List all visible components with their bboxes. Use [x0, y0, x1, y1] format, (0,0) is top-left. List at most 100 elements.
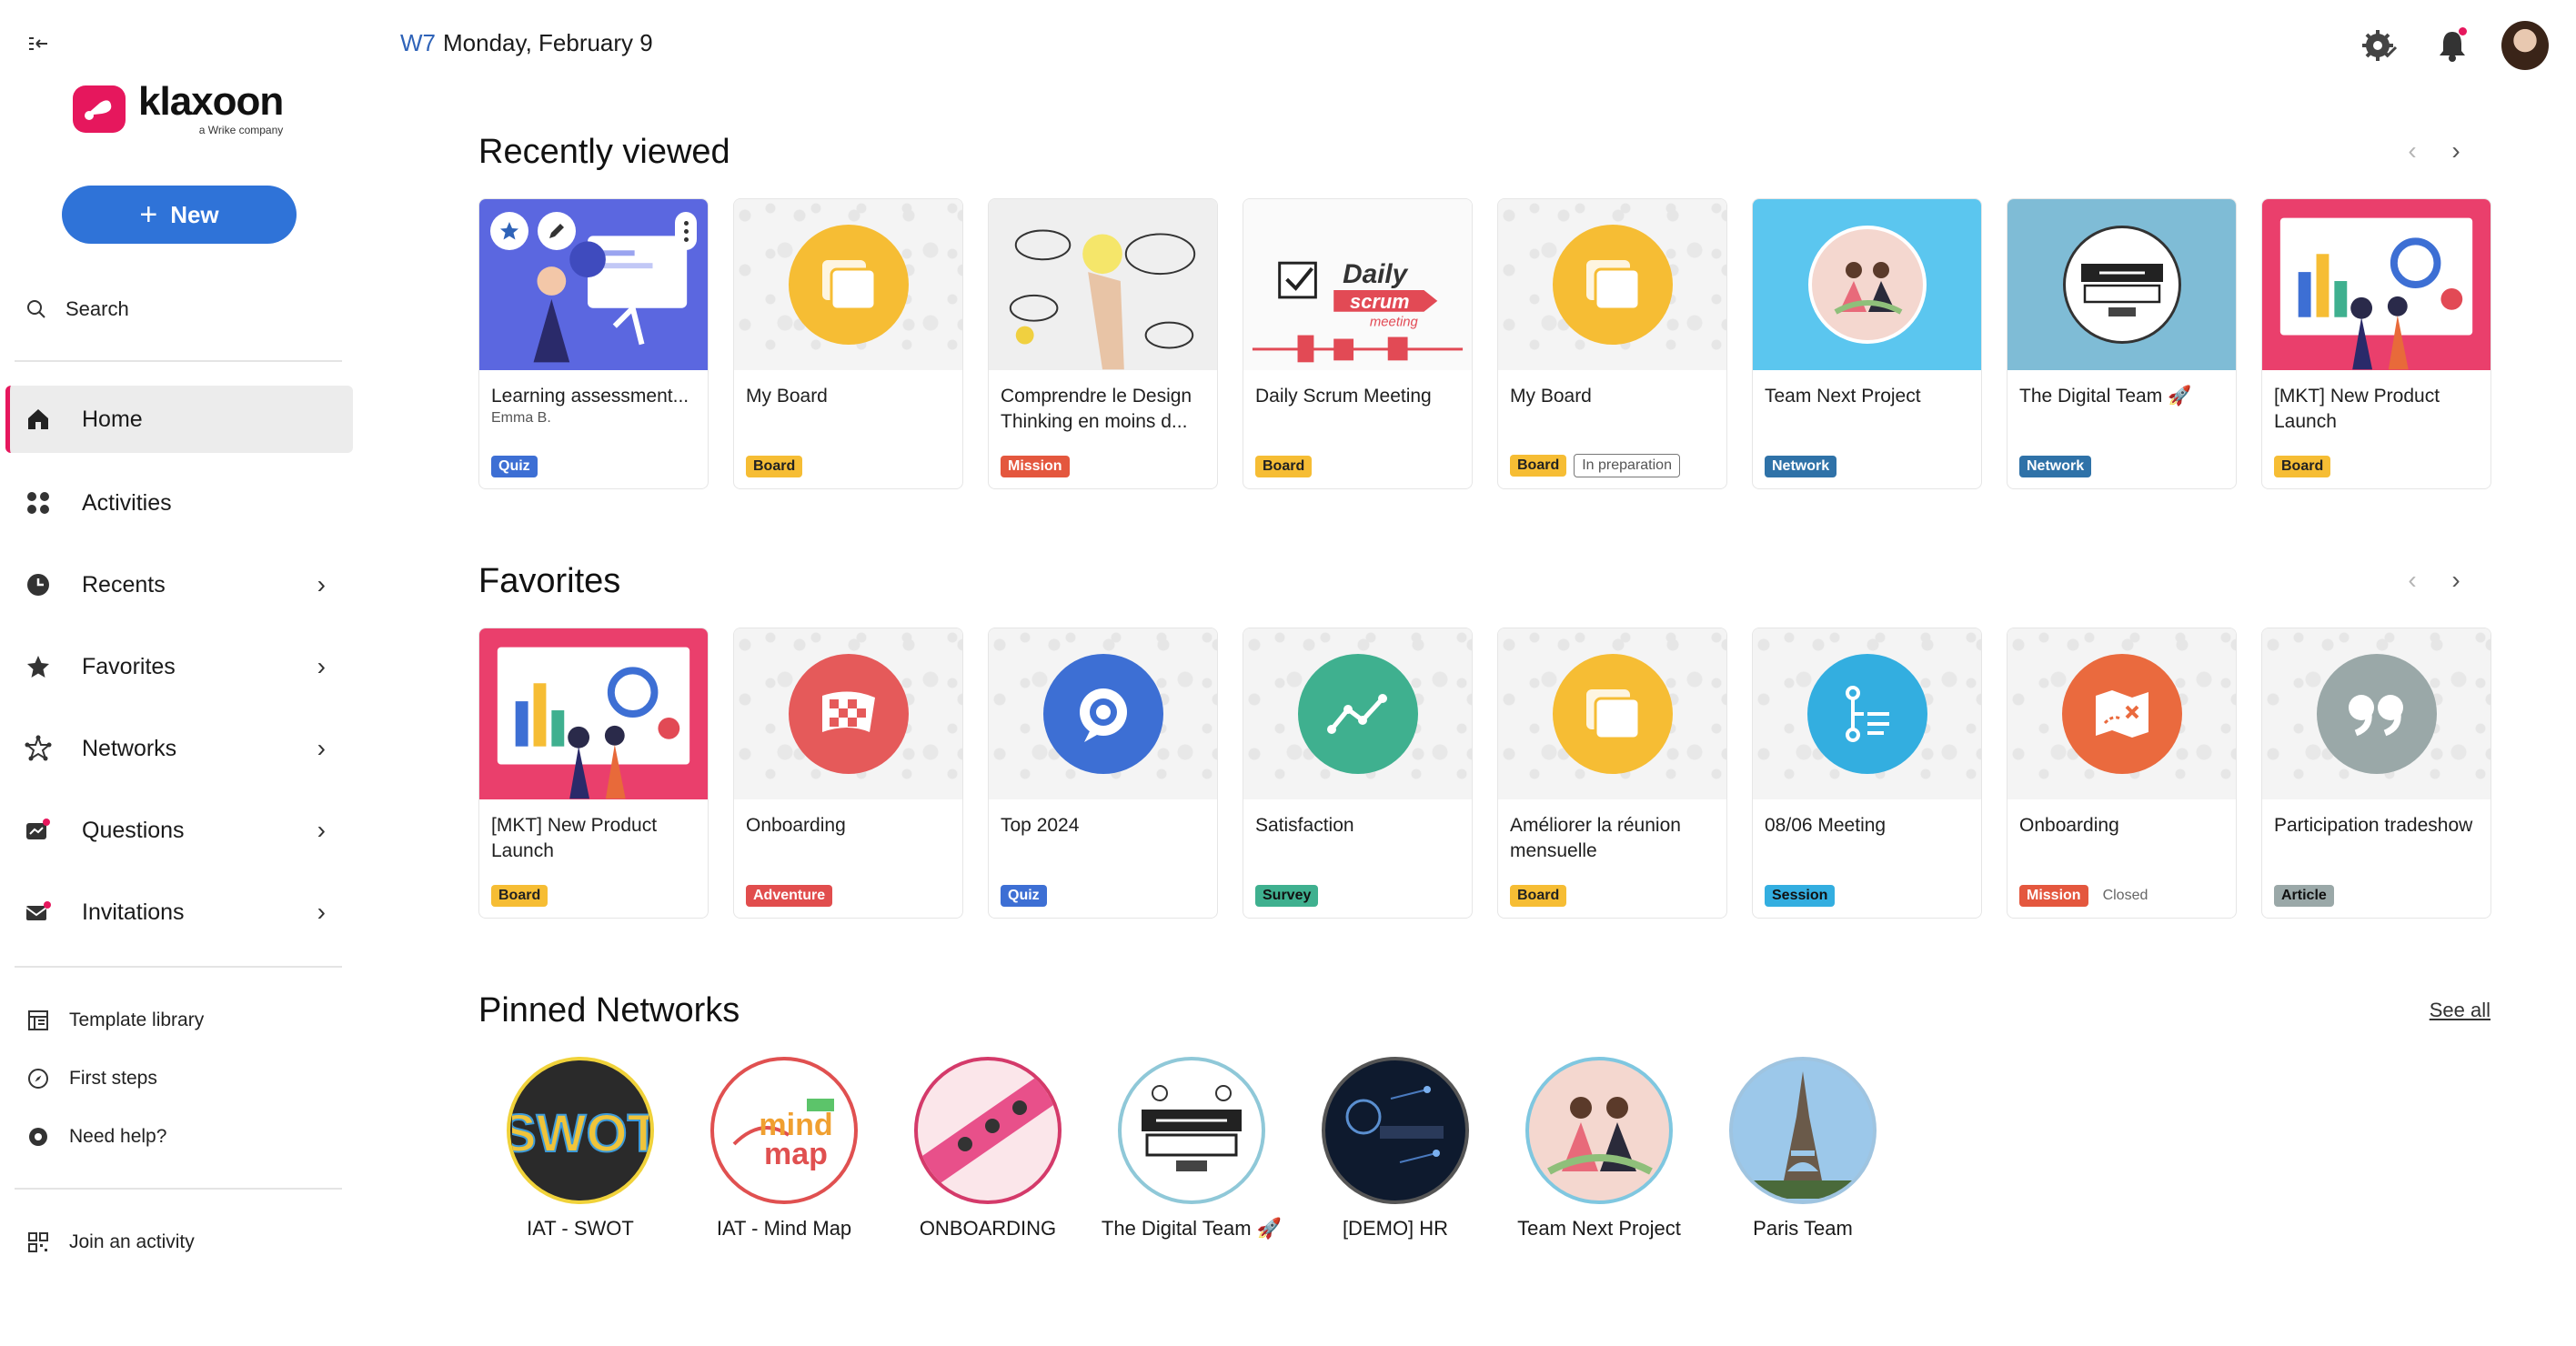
see-all-link[interactable]: See all [2430, 999, 2490, 1022]
type-badge: Mission [2019, 885, 2088, 907]
qr-code-icon [25, 1230, 51, 1255]
network-avatar [914, 1057, 1062, 1204]
network-digital-team[interactable]: The Digital Team 🚀 [1090, 1057, 1293, 1241]
card-thumbnail [1498, 628, 1726, 799]
network-demo-hr[interactable]: [DEMO] HR [1293, 1057, 1497, 1241]
card-thumbnail [2007, 628, 2236, 799]
network-label: IAT - SWOT [527, 1217, 634, 1240]
sidebar-item-invitations[interactable]: Invitations › [5, 879, 353, 946]
type-badge: Board [1510, 455, 1567, 477]
flag-icon [788, 654, 909, 774]
card-thumbnail [479, 628, 708, 799]
need-help-link[interactable]: Need help? [25, 1119, 166, 1155]
recent-card-daily-scrum[interactable]: Daily scrum meeting Daily Scrum Meeting … [1243, 198, 1473, 489]
network-onboarding[interactable]: ONBOARDING [886, 1057, 1090, 1241]
svg-text:SWOT: SWOT [512, 1104, 649, 1163]
questions-icon [22, 814, 55, 847]
sidebar-item-home[interactable]: Home [5, 386, 353, 453]
card-title: Onboarding [746, 815, 846, 836]
carousel-prev-button[interactable]: ‹ [2394, 133, 2430, 169]
network-label: ONBOARDING [919, 1217, 1057, 1240]
sidebar-item-label: Invitations [82, 899, 185, 925]
search-button[interactable]: Search [25, 293, 129, 326]
card-thumbnail [1498, 199, 1726, 370]
need-help-label: Need help? [69, 1126, 167, 1147]
first-steps-label: First steps [69, 1068, 157, 1089]
edit-button[interactable] [538, 212, 576, 250]
network-avatar [1322, 1057, 1469, 1204]
recent-card-learning-assessment[interactable]: Learning assessment... Emma B. Quiz [478, 198, 709, 489]
sidebar-item-questions[interactable]: Questions › [5, 797, 353, 864]
recent-card-my-board[interactable]: My Board Board [733, 198, 963, 489]
svg-text:map: map [764, 1137, 828, 1171]
kebab-icon [683, 228, 689, 234]
more-options-button[interactable] [675, 212, 697, 250]
card-thumbnail: Daily scrum meeting [1243, 199, 1472, 370]
notifications-button[interactable] [2429, 22, 2476, 69]
type-badge: Quiz [1001, 885, 1047, 907]
join-activity-link[interactable]: Join an activity [25, 1224, 195, 1261]
favorite-card-top-2024[interactable]: Top 2024 Quiz [988, 628, 1218, 919]
network-paris-team[interactable]: Paris Team [1701, 1057, 1905, 1241]
type-badge: Session [1765, 885, 1836, 907]
carousel-prev-button[interactable]: ‹ [2394, 562, 2430, 598]
svg-text:meeting: meeting [1370, 316, 1419, 330]
current-date: W7 Monday, February 9 [400, 29, 653, 57]
sidebar-item-favorites[interactable]: Favorites › [5, 633, 353, 700]
card-title: Améliorer la réunion mensuelle [1510, 815, 1681, 861]
settings-button[interactable] [2356, 22, 2403, 69]
first-steps-link[interactable]: First steps [25, 1060, 157, 1097]
recent-card-my-board-2[interactable]: My Board Board In preparation [1497, 198, 1727, 489]
card-title: [MKT] New Product Launch [491, 815, 658, 861]
sidebar-divider [15, 1188, 342, 1190]
chevron-right-icon: › [317, 652, 326, 680]
recent-card-digital-team[interactable]: The Digital Team 🚀 Network [2007, 198, 2237, 489]
new-button[interactable]: + New [62, 186, 297, 244]
favorite-card-reunion-mensuelle[interactable]: Améliorer la réunion mensuelle Board [1497, 628, 1727, 919]
gear-icon [2362, 30, 2398, 61]
recent-card-mkt-launch[interactable]: [MKT] New Product Launch Board [2261, 198, 2491, 489]
favorite-card-meeting[interactable]: 08/06 Meeting Session [1752, 628, 1982, 919]
card-title: The Digital Team 🚀 [2019, 386, 2192, 407]
chevron-right-icon: › [317, 570, 326, 598]
network-iat-swot[interactable]: SWOT IAT - SWOT [478, 1057, 682, 1241]
pencil-icon [549, 224, 564, 238]
network-iat-mind-map[interactable]: mind map IAT - Mind Map [682, 1057, 886, 1241]
favorite-card-onboarding-mission[interactable]: Onboarding Mission Closed [2007, 628, 2237, 919]
sidebar-item-networks[interactable]: Networks › [5, 715, 353, 782]
template-library-label: Template library [69, 1010, 205, 1030]
card-thumbnail [479, 199, 708, 370]
activities-icon [22, 487, 55, 519]
type-badge: Board [746, 456, 803, 477]
favorite-card-tradeshow[interactable]: Participation tradeshow Article [2261, 628, 2491, 919]
sidebar-item-recents[interactable]: Recents › [5, 551, 353, 618]
recent-card-design-thinking[interactable]: Comprendre le Design Thinking en moins d… [988, 198, 1218, 489]
carousel-next-button[interactable]: › [2438, 133, 2474, 169]
card-thumbnail [989, 199, 1217, 370]
favorite-card-satisfaction[interactable]: Satisfaction Survey [1243, 628, 1473, 919]
network-avatar [1118, 1057, 1265, 1204]
recent-card-team-next-project[interactable]: Team Next Project Network [1752, 198, 1982, 489]
favorite-card-onboarding-adventure[interactable]: Onboarding Adventure [733, 628, 963, 919]
survey-icon [1297, 654, 1418, 774]
carousel-next-button[interactable]: › [2438, 562, 2474, 598]
top-right-toolbar [2330, 21, 2549, 70]
favorite-star-button[interactable] [490, 212, 528, 250]
week-number: W7 [400, 29, 436, 56]
network-team-next-project[interactable]: Team Next Project [1497, 1057, 1701, 1241]
date-label: Monday, February 9 [443, 29, 653, 56]
template-library-link[interactable]: Template library [25, 1002, 204, 1039]
favorites-list: [MKT] New Product Launch Board Onboardin… [478, 628, 2491, 919]
klaxoon-logo: klaxoon a Wrike company [73, 82, 284, 136]
board-icon [1552, 225, 1673, 345]
design-thinking-illustration [1009, 229, 1196, 370]
status-badge: Closed [2102, 888, 2148, 903]
sidebar-item-activities[interactable]: Activities [5, 469, 353, 537]
favorite-card-mkt-launch[interactable]: [MKT] New Product Launch Board [478, 628, 709, 919]
user-avatar-button[interactable] [2501, 21, 2549, 70]
search-label: Search [65, 297, 129, 320]
help-icon [25, 1124, 51, 1150]
type-badge: Article [2274, 885, 2334, 907]
collapse-sidebar-icon[interactable] [25, 31, 51, 56]
svg-text:Daily: Daily [1343, 259, 1409, 289]
